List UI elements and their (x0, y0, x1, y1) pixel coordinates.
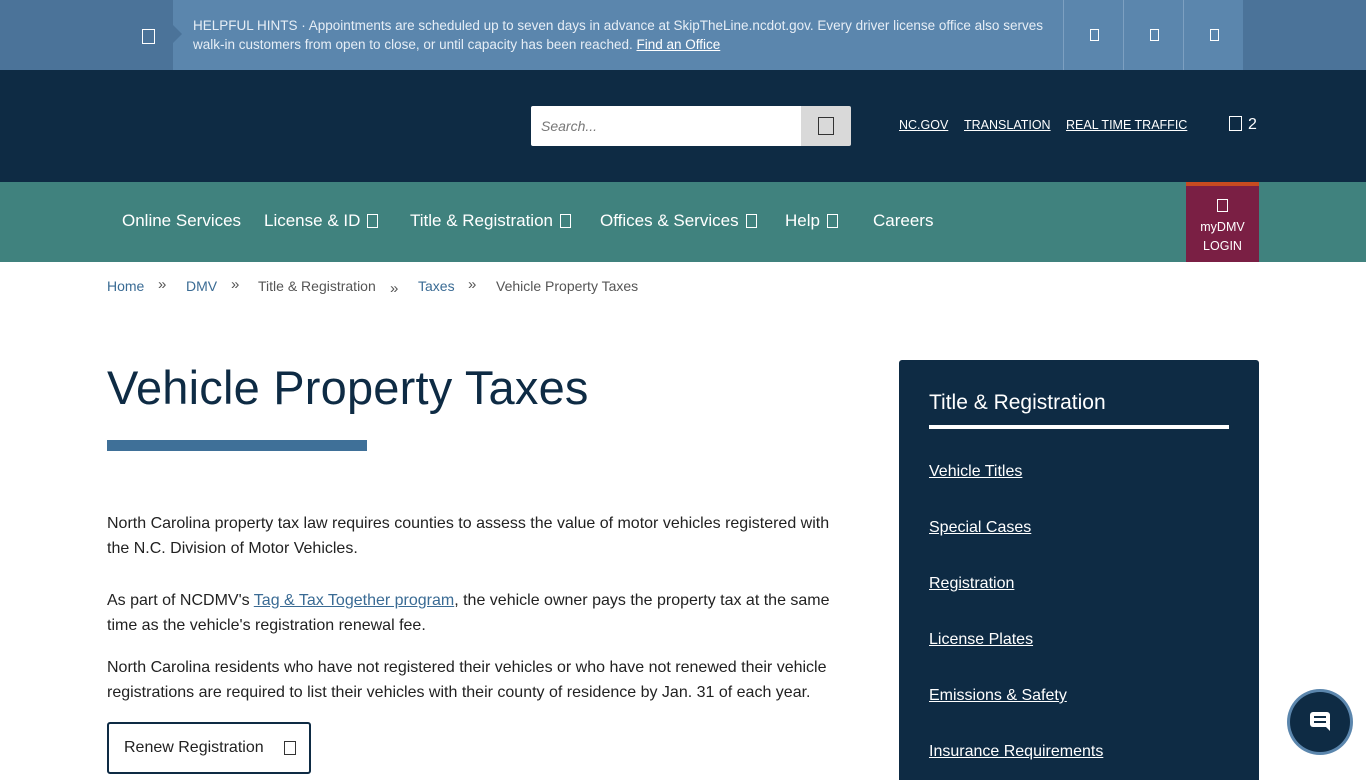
nav-careers[interactable]: Careers (873, 211, 933, 231)
breadcrumb-separator: » (390, 280, 399, 297)
find-office-link[interactable]: Find an Office (636, 37, 720, 52)
tag-tax-together-link[interactable]: Tag & Tax Together program (254, 592, 454, 609)
chevron-down-icon (559, 214, 571, 228)
hint-label: HELPFUL HINTS (193, 18, 298, 33)
chevron-down-icon (826, 214, 838, 228)
renew-registration-button[interactable]: Renew Registration (107, 722, 311, 774)
cart-count: 2 (1248, 116, 1257, 133)
nav-title-registration[interactable]: Title & Registration (410, 211, 571, 231)
chevron-down-icon (745, 214, 757, 228)
nav-help[interactable]: Help (785, 211, 838, 231)
page-title: Vehicle Property Taxes (107, 361, 589, 414)
sidebar-link-special-cases[interactable]: Special Cases (929, 519, 1031, 537)
breadcrumb-separator: » (158, 276, 167, 293)
external-link-icon (284, 741, 296, 755)
paragraph-tag-tax: As part of NCDMV's Tag & Tax Together pr… (107, 588, 842, 638)
hint-next-button[interactable] (1183, 0, 1243, 70)
hint-pointer (173, 25, 182, 43)
sidebar-title: Title & Registration (929, 391, 1106, 414)
sidebar-title-rule (929, 425, 1229, 429)
mydmv-label: myDMV (1200, 220, 1245, 234)
chat-icon-line (1314, 716, 1326, 718)
nav-license-id[interactable]: License & ID (264, 211, 379, 231)
nav-label: Careers (873, 211, 934, 230)
sidebar-panel (899, 360, 1259, 780)
breadcrumb-dmv[interactable]: DMV (186, 278, 217, 294)
hint-pause-button[interactable] (1123, 0, 1183, 70)
pause-icon (1150, 29, 1159, 41)
chat-icon-line (1314, 721, 1326, 723)
nav-online-services[interactable]: Online Services (122, 211, 241, 231)
nav-label: License & ID (264, 211, 361, 230)
sidebar-link-insurance[interactable]: Insurance Requirements (929, 743, 1103, 761)
paragraph-residents: North Carolina residents who have not re… (107, 659, 827, 701)
nav-label: Online Services (122, 211, 242, 230)
translation-link[interactable]: TRANSLATION (964, 118, 1051, 132)
hint-text: HELPFUL HINTS · Appointments are schedul… (193, 16, 1053, 54)
chat-icon-tail (1324, 725, 1330, 731)
breadcrumb-home[interactable]: Home (107, 278, 144, 294)
sidebar-link-license-plates[interactable]: License Plates (929, 631, 1033, 649)
info-icon (142, 29, 155, 44)
search-icon (818, 117, 834, 135)
breadcrumb-title-registration: Title & Registration (258, 278, 376, 294)
title-underline (107, 440, 367, 451)
search-input[interactable] (531, 106, 801, 146)
hint-info-area (122, 0, 173, 70)
real-time-traffic-link[interactable]: REAL TIME TRAFFIC (1066, 118, 1187, 132)
user-icon (1217, 199, 1228, 212)
cart-button[interactable]: 2 (1229, 116, 1257, 134)
sidebar-link-vehicle-titles[interactable]: Vehicle Titles (929, 463, 1022, 481)
prev-icon (1090, 29, 1099, 41)
p2-text: As part of NCDMV's (107, 592, 254, 609)
chat-button[interactable] (1290, 692, 1350, 752)
nav-label: Title & Registration (410, 211, 553, 230)
chevron-down-icon (367, 214, 379, 228)
paragraph-intro: North Carolina property tax law requires… (107, 515, 830, 557)
breadcrumb-taxes[interactable]: Taxes (418, 278, 455, 294)
nav-label: Offices & Services (600, 211, 739, 230)
next-icon (1210, 29, 1219, 41)
hint-prev-button[interactable] (1063, 0, 1123, 70)
hint-message: · Appointments are scheduled up to seven… (193, 18, 1043, 52)
sidebar-link-emissions-safety[interactable]: Emissions & Safety (929, 687, 1067, 705)
sidebar-link-registration[interactable]: Registration (929, 575, 1014, 593)
breadcrumb-separator: » (231, 276, 240, 293)
breadcrumb-separator: » (468, 276, 477, 293)
login-label: LOGIN (1203, 239, 1242, 253)
renew-label: Renew Registration (124, 739, 264, 756)
cart-icon (1229, 116, 1242, 131)
nc-gov-link[interactable]: NC.GOV (899, 118, 948, 132)
nav-label: Help (785, 211, 820, 230)
breadcrumb-current: Vehicle Property Taxes (496, 278, 639, 294)
mydmv-login-button[interactable]: myDMV LOGIN (1186, 182, 1259, 262)
nav-offices-services[interactable]: Offices & Services (600, 211, 757, 231)
search-button[interactable] (801, 106, 851, 146)
